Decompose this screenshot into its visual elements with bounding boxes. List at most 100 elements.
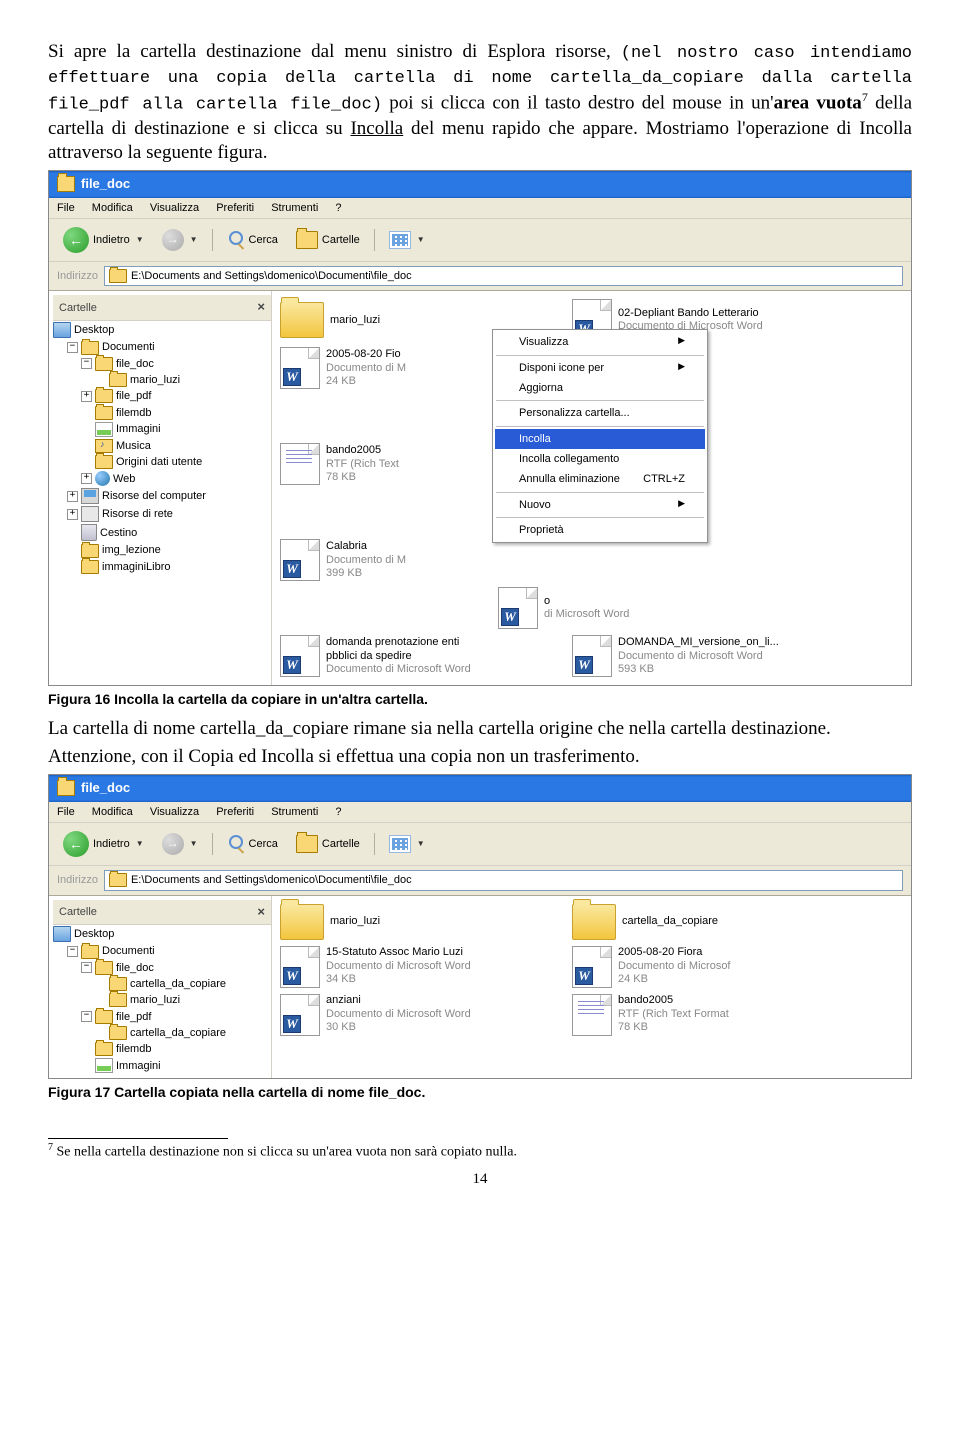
menu-file[interactable]: File <box>57 202 75 214</box>
explorer-window-1: file_doc File Modifica Visualizza Prefer… <box>48 170 912 686</box>
back-button[interactable]: ←Indietro▼ <box>57 224 150 256</box>
ctx-proprieta[interactable]: Proprietà <box>495 520 705 540</box>
titlebar: file_doc <box>49 775 911 802</box>
search-button[interactable]: Cerca <box>221 228 284 252</box>
views-button[interactable]: ▼ <box>383 228 431 252</box>
folder-tree: Cartelle× Desktop −Documenti −file_doc m… <box>49 291 272 685</box>
menu-strumenti[interactable]: Strumenti <box>271 806 318 818</box>
tree-immaginilibro[interactable]: immaginiLibro <box>53 559 271 575</box>
list-item[interactable]: W15-Statuto Assoc Mario LuziDocumento di… <box>278 944 562 990</box>
tree-file-doc[interactable]: −file_doc <box>53 960 271 976</box>
tree-documenti[interactable]: −Documenti <box>53 943 271 959</box>
tree-img-lezione[interactable]: img_lezione <box>53 542 271 558</box>
address-label: Indirizzo <box>57 269 98 283</box>
list-item[interactable]: WCalabriaDocumento di M399 KB <box>278 537 562 583</box>
list-item[interactable]: mario_luzi <box>278 902 562 942</box>
menu-visualizza[interactable]: Visualizza <box>150 806 199 818</box>
tree-web[interactable]: +Web <box>53 470 271 487</box>
menu-help[interactable]: ? <box>335 202 341 214</box>
menu-modifica[interactable]: Modifica <box>92 202 133 214</box>
ctx-annulla[interactable]: Annulla eliminazioneCTRL+Z <box>495 469 705 489</box>
address-input[interactable]: E:\Documents and Settings\domenico\Docum… <box>104 870 903 890</box>
menubar: File Modifica Visualizza Preferiti Strum… <box>49 198 911 219</box>
addressbar: Indirizzo E:\Documents and Settings\dome… <box>49 866 911 895</box>
word-doc-icon: W <box>280 946 320 988</box>
window-title: file_doc <box>81 176 130 193</box>
word-doc-icon: W <box>280 539 320 581</box>
folders-button[interactable]: Cartelle <box>290 832 366 856</box>
ctx-aggiorna[interactable]: Aggiorna <box>495 378 705 398</box>
close-icon[interactable]: × <box>257 904 265 921</box>
folders-button[interactable]: Cartelle <box>290 228 366 252</box>
menubar: File Modifica Visualizza Preferiti Strum… <box>49 802 911 823</box>
tree-musica[interactable]: Musica <box>53 438 271 454</box>
close-icon[interactable]: × <box>257 299 265 316</box>
tree-filemdb[interactable]: filemdb <box>53 405 271 421</box>
list-item[interactable]: WDOMANDA_MI_versione_on_li...Documento d… <box>570 633 854 679</box>
address-label: Indirizzo <box>57 873 98 887</box>
ctx-incolla-collegamento[interactable]: Incolla collegamento <box>495 449 705 469</box>
tree-risorse-rete[interactable]: +Risorse di rete <box>53 505 271 523</box>
page-number: 14 <box>48 1170 912 1190</box>
tree-immagini[interactable]: Immagini <box>53 1057 271 1074</box>
ctx-nuovo[interactable]: Nuovo▶ <box>495 495 705 515</box>
file-list[interactable]: mario_luzi cartella_da_copiare W15-Statu… <box>272 896 911 1079</box>
ctx-visualizza[interactable]: Visualizza▶ <box>495 332 705 352</box>
tree-cartella-da-copiare-2[interactable]: cartella_da_copiare <box>53 1025 271 1041</box>
tree-risorse-pc[interactable]: +Risorse del computer <box>53 487 271 505</box>
folder-icon <box>109 873 127 887</box>
tree-desktop[interactable]: Desktop <box>53 321 271 339</box>
list-item[interactable]: WanzianiDocumento di Microsoft Word30 KB <box>278 992 562 1038</box>
forward-button[interactable]: →▼ <box>156 226 204 254</box>
figure-caption-17: Figura 17 Cartella copiata nella cartell… <box>48 1083 912 1101</box>
tree-file-pdf[interactable]: −file_pdf <box>53 1009 271 1025</box>
list-item[interactable]: Wodi Microsoft Word <box>278 585 780 631</box>
list-item[interactable]: Wdomanda prenotazione entipbblici da spe… <box>278 633 562 679</box>
tree-cartella-da-copiare[interactable]: cartella_da_copiare <box>53 976 271 992</box>
ctx-personalizza[interactable]: Personalizza cartella... <box>495 403 705 423</box>
list-item[interactable]: cartella_da_copiare <box>570 902 854 942</box>
ctx-incolla[interactable]: Incolla <box>495 429 705 449</box>
menu-file[interactable]: File <box>57 806 75 818</box>
menu-preferiti[interactable]: Preferiti <box>216 806 254 818</box>
folders-icon <box>296 231 318 249</box>
views-button[interactable]: ▼ <box>383 832 431 856</box>
tree-mario-luzi[interactable]: mario_luzi <box>53 372 271 388</box>
menu-modifica[interactable]: Modifica <box>92 806 133 818</box>
word-doc-icon: W <box>280 347 320 389</box>
forward-button[interactable]: →▼ <box>156 830 204 858</box>
tree-documenti[interactable]: −Documenti <box>53 339 271 355</box>
file-list[interactable]: mario_luzi W02-Depliant Bando Letterario… <box>272 291 911 685</box>
tree-file-doc[interactable]: −file_doc <box>53 356 271 372</box>
tree-origini[interactable]: Origini dati utente <box>53 454 271 470</box>
folder-tree: Cartelle× Desktop −Documenti −file_doc c… <box>49 896 272 1079</box>
tree-filemdb[interactable]: filemdb <box>53 1041 271 1057</box>
search-icon <box>227 231 245 249</box>
paragraph-1: Si apre la cartella destinazione dal men… <box>48 40 912 166</box>
recycle-bin-icon <box>81 524 97 541</box>
tree-desktop[interactable]: Desktop <box>53 925 271 943</box>
tree-file-pdf[interactable]: +file_pdf <box>53 388 271 404</box>
back-button[interactable]: ←Indietro▼ <box>57 828 150 860</box>
footnote-7: 7 Se nella cartella destinazione non si … <box>48 1141 912 1162</box>
desktop-icon <box>53 926 71 942</box>
toolbar: ←Indietro▼ →▼ Cerca Cartelle ▼ <box>49 219 911 262</box>
ctx-disponi[interactable]: Disponi icone per▶ <box>495 358 705 378</box>
menu-strumenti[interactable]: Strumenti <box>271 202 318 214</box>
address-input[interactable]: E:\Documents and Settings\domenico\Docum… <box>104 266 903 286</box>
tree-mario-luzi[interactable]: mario_luzi <box>53 992 271 1008</box>
folders-icon <box>296 835 318 853</box>
list-item[interactable]: W2005-08-20 FioraDocumento di Microsof24… <box>570 944 854 990</box>
list-item[interactable]: bando2005RTF (Rich Text Format78 KB <box>570 992 854 1038</box>
menu-visualizza[interactable]: Visualizza <box>150 202 199 214</box>
search-button[interactable]: Cerca <box>221 832 284 856</box>
menu-preferiti[interactable]: Preferiti <box>216 202 254 214</box>
music-icon <box>95 439 113 453</box>
folders-pane-header: Cartelle× <box>53 295 271 321</box>
desktop-icon <box>53 322 71 338</box>
menu-help[interactable]: ? <box>335 806 341 818</box>
window-title: file_doc <box>81 780 130 797</box>
images-icon <box>95 422 113 437</box>
tree-immagini[interactable]: Immagini <box>53 421 271 438</box>
tree-cestino[interactable]: Cestino <box>53 523 271 542</box>
